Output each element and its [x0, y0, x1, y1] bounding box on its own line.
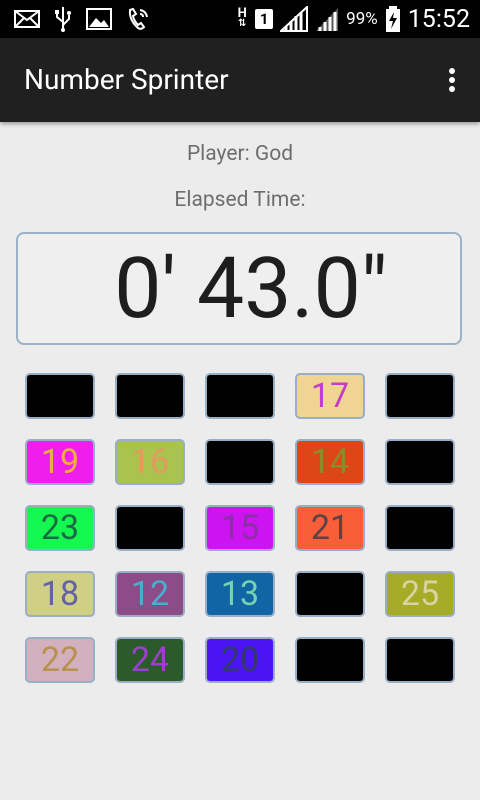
number-tile-cleared[interactable] [295, 637, 365, 683]
number-tile-23[interactable]: 23 [25, 505, 95, 551]
network-type: H ⇅ [236, 7, 248, 29]
number-tile-cleared[interactable] [205, 373, 275, 419]
number-tile-cleared[interactable] [385, 373, 455, 419]
number-tile-20[interactable]: 20 [205, 637, 275, 683]
number-tile-25[interactable]: 25 [385, 571, 455, 617]
phone-wifi-icon [128, 7, 148, 30]
overflow-menu-icon[interactable] [440, 58, 464, 102]
number-tile-cleared[interactable] [295, 571, 365, 617]
number-tile-cleared[interactable] [385, 505, 455, 551]
status-icons: H ⇅ 1 99% 15:52 [236, 4, 470, 34]
battery-charging-icon [385, 6, 400, 32]
number-tile-16[interactable]: 16 [115, 439, 185, 485]
elapsed-time-label: Elapsed Time: [174, 188, 306, 212]
number-tile-cleared[interactable] [385, 439, 455, 485]
app-bar: Number Sprinter [0, 38, 480, 122]
number-tile-12[interactable]: 12 [115, 571, 185, 617]
status-bar: H ⇅ 1 99% 15:52 [0, 0, 480, 38]
battery-percent: 99% [346, 9, 378, 29]
number-tile-21[interactable]: 21 [295, 505, 365, 551]
signal-icon [280, 6, 309, 32]
number-tile-18[interactable]: 18 [25, 571, 95, 617]
timer-display: 0' 43.0" [16, 232, 462, 345]
number-tile-cleared[interactable] [115, 505, 185, 551]
number-tile-19[interactable]: 19 [25, 439, 95, 485]
mail-icon [14, 10, 40, 28]
image-icon [86, 8, 112, 30]
number-tile-14[interactable]: 14 [295, 439, 365, 485]
number-tile-13[interactable]: 13 [205, 571, 275, 617]
number-tile-cleared[interactable] [385, 637, 455, 683]
sim-slot-badge: 1 [255, 9, 274, 29]
number-tile-17[interactable]: 17 [295, 373, 365, 419]
number-tile-cleared[interactable] [25, 373, 95, 419]
app-title: Number Sprinter [24, 63, 229, 96]
status-time: 15:52 [407, 4, 470, 34]
number-tile-cleared[interactable] [205, 439, 275, 485]
player-label: Player: God [186, 142, 294, 166]
signal-icon-2 [316, 8, 339, 31]
usb-icon [55, 7, 71, 32]
number-tile-24[interactable]: 24 [115, 637, 185, 683]
number-tile-22[interactable]: 22 [25, 637, 95, 683]
timer-value: 0' 43.0" [114, 239, 388, 338]
number-tile-15[interactable]: 15 [205, 505, 275, 551]
number-tile-cleared[interactable] [115, 373, 185, 419]
notification-icons [14, 4, 152, 34]
